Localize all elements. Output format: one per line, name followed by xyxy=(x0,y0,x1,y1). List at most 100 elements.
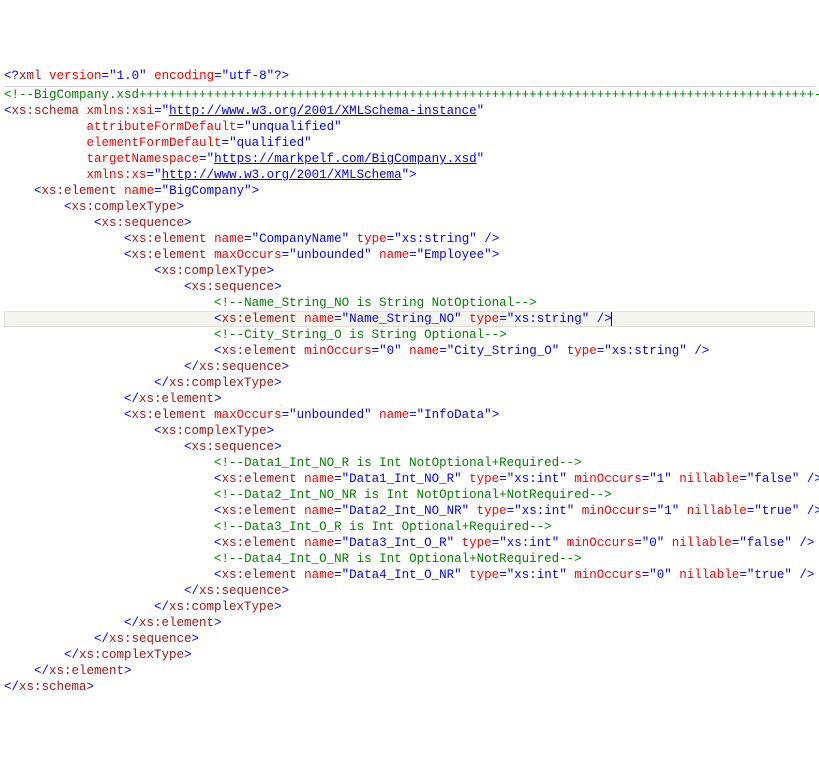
code-token: = xyxy=(409,408,417,422)
code-line[interactable]: <?xml version="1.0" encoding="utf-8"?> xyxy=(4,68,815,84)
code-line[interactable]: <xs:complexType> xyxy=(4,263,815,279)
code-token: "BigCompany" xyxy=(162,184,252,198)
code-token xyxy=(574,504,582,518)
code-token: maxOccurs xyxy=(214,248,282,262)
code-token: = xyxy=(499,472,507,486)
code-token: = xyxy=(634,536,642,550)
code-line[interactable]: <xs:element name="Data3_Int_O_R" type="x… xyxy=(4,535,815,551)
code-line[interactable]: <xs:element name="Data2_Int_NO_NR" type=… xyxy=(4,503,815,519)
code-token: xs:element xyxy=(42,184,117,198)
code-token: "xs:string" xyxy=(394,232,477,246)
code-token: City_String_O is String Optional xyxy=(244,328,484,342)
code-line[interactable]: <!--Data4_Int_O_NR is Int Optional+NotRe… xyxy=(4,551,815,567)
code-token xyxy=(372,408,380,422)
code-line[interactable]: </xs:sequence> xyxy=(4,631,815,647)
code-token: = xyxy=(334,472,342,486)
code-token: /> xyxy=(799,504,819,518)
code-line[interactable]: xmlns:xs="http://www.w3.org/2001/XMLSche… xyxy=(4,167,815,183)
code-line[interactable]: <xs:element maxOccurs="unbounded" name="… xyxy=(4,247,815,263)
code-line[interactable]: </xs:complexType> xyxy=(4,375,815,391)
code-token: "Data3_Int_O_R" xyxy=(342,536,455,550)
code-token: <!-- xyxy=(4,88,34,102)
code-editor[interactable]: <?xml version="1.0" encoding="utf-8"?> <!… xyxy=(4,68,815,695)
code-token: "1" xyxy=(657,504,680,518)
code-token: minOccurs xyxy=(574,568,642,582)
code-token: "Data1_Int_NO_R" xyxy=(342,472,462,486)
code-line[interactable]: <!--Name_String_NO is String NotOptional… xyxy=(4,295,815,311)
code-line[interactable]: <xs:sequence> xyxy=(4,279,815,295)
code-token: < xyxy=(124,232,132,246)
code-token: = xyxy=(147,168,155,182)
code-token: "Data2_Int_NO_NR" xyxy=(342,504,470,518)
code-token: </ xyxy=(154,376,169,390)
code-token xyxy=(679,504,687,518)
code-token: > xyxy=(282,584,290,598)
code-token: xs:element xyxy=(222,536,297,550)
code-line[interactable]: <xs:schema xmlns:xsi="http://www.w3.org/… xyxy=(4,103,815,119)
code-token: xs:sequence xyxy=(102,216,185,230)
code-line[interactable]: </xs:element> xyxy=(4,615,815,631)
code-line[interactable]: <!--Data3_Int_O_R is Int Optional+Requir… xyxy=(4,519,815,535)
code-token: type xyxy=(469,312,499,326)
code-token: type xyxy=(357,232,387,246)
code-line[interactable]: </xs:element> xyxy=(4,391,815,407)
code-line[interactable]: <xs:element name="Data4_Int_O_NR" type="… xyxy=(4,567,815,583)
code-token: < xyxy=(214,504,222,518)
code-token: xs:element xyxy=(222,312,297,326)
code-token: xs:element xyxy=(139,616,214,630)
code-line[interactable]: <!--Data2_Int_NO_NR is Int NotOptional+N… xyxy=(4,487,815,503)
code-line[interactable]: </xs:complexType> xyxy=(4,599,815,615)
code-token: minOccurs xyxy=(582,504,650,518)
code-token: name xyxy=(304,568,334,582)
code-line[interactable]: </xs:element> xyxy=(4,663,815,679)
code-token: > xyxy=(492,248,500,262)
code-line[interactable]: elementFormDefault="qualified" xyxy=(4,135,815,151)
code-token xyxy=(559,536,567,550)
code-line[interactable]: <!--City_String_O is String Optional--> xyxy=(4,327,815,343)
code-line[interactable]: <xs:complexType> xyxy=(4,423,815,439)
code-line[interactable]: </xs:schema> xyxy=(4,679,815,695)
code-line[interactable]: <!--BigCompany.xsd++++++++++++++++++++++… xyxy=(4,87,815,103)
code-line[interactable]: <xs:element name="CompanyName" type="xs:… xyxy=(4,231,815,247)
code-token: > xyxy=(267,424,275,438)
code-token: > xyxy=(274,600,282,614)
code-token: = xyxy=(282,248,290,262)
code-line[interactable]: <xs:element name="Name_String_NO" type="… xyxy=(4,311,815,327)
code-token: "qualified" xyxy=(229,136,312,150)
code-token: xs:complexType xyxy=(169,600,274,614)
code-line[interactable]: <xs:element minOccurs="0" name="City_Str… xyxy=(4,343,815,359)
code-token: targetNamespace xyxy=(87,152,200,166)
code-token: > xyxy=(274,440,282,454)
code-token xyxy=(559,344,567,358)
code-token: Data4_Int_O_NR is Int Optional+NotRequir… xyxy=(244,552,559,566)
code-line[interactable]: </xs:sequence> xyxy=(4,359,815,375)
code-token: > xyxy=(274,280,282,294)
code-line[interactable]: <xs:element name="BigCompany"> xyxy=(4,183,815,199)
code-token xyxy=(349,232,357,246)
code-token: --> xyxy=(514,296,537,310)
code-token: xs:sequence xyxy=(199,360,282,374)
code-line[interactable]: targetNamespace="https://markpelf.com/Bi… xyxy=(4,151,815,167)
code-token: nillable xyxy=(687,504,747,518)
code-line[interactable]: <xs:complexType> xyxy=(4,199,815,215)
code-token: < xyxy=(214,568,222,582)
code-token: minOccurs xyxy=(567,536,635,550)
code-token: version xyxy=(49,69,102,83)
code-line[interactable]: <!--Data1_Int_NO_R is Int NotOptional+Re… xyxy=(4,455,815,471)
code-token: </ xyxy=(94,632,109,646)
code-token: xs:complexType xyxy=(72,200,177,214)
code-line[interactable]: </xs:sequence> xyxy=(4,583,815,599)
code-token: < xyxy=(124,408,132,422)
code-token: name xyxy=(304,472,334,486)
code-token: type xyxy=(462,536,492,550)
code-line[interactable]: attributeFormDefault="unqualified" xyxy=(4,119,815,135)
code-line[interactable]: <xs:element maxOccurs="unbounded" name="… xyxy=(4,407,815,423)
code-token: http://www.w3.org/2001/XMLSchema xyxy=(162,168,402,182)
code-token: minOccurs xyxy=(574,472,642,486)
code-token: </ xyxy=(124,616,139,630)
code-line[interactable]: <xs:sequence> xyxy=(4,215,815,231)
code-token: = xyxy=(739,472,747,486)
code-line[interactable]: <xs:sequence> xyxy=(4,439,815,455)
code-line[interactable]: </xs:complexType> xyxy=(4,647,815,663)
code-line[interactable]: <xs:element name="Data1_Int_NO_R" type="… xyxy=(4,471,815,487)
